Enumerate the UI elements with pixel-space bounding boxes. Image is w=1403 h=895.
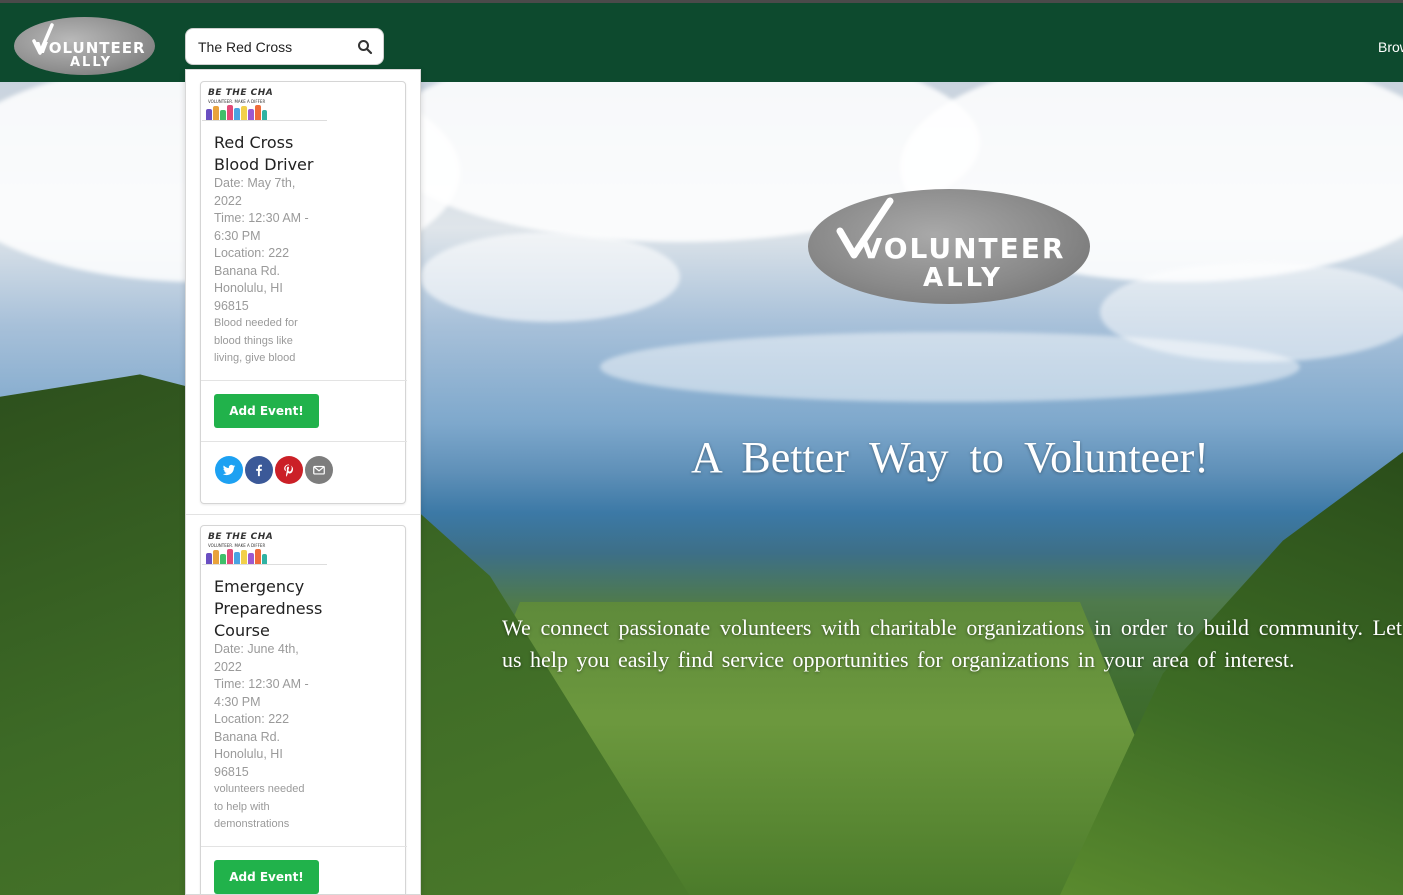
search-results-dropdown: BE THE CHA VOLUNTEER. MAKE A DIFFER Red … <box>185 69 421 895</box>
facebook-icon <box>256 464 262 477</box>
event-image: BE THE CHA VOLUNTEER. MAKE A DIFFER <box>202 86 327 121</box>
hero-logo-line2: ALLY <box>922 263 1004 293</box>
hero-logo-line1: VOLUNTEER <box>860 232 1066 265</box>
event-description: volunteers needed to help with demonstra… <box>214 781 314 834</box>
event-location: 96815 <box>214 764 249 779</box>
cloud-shape <box>420 232 680 322</box>
event-description-line: to help with <box>214 800 270 813</box>
hands-illustration <box>206 549 267 564</box>
event-location: Banana Rd. <box>214 729 281 744</box>
pinterest-share-button[interactable] <box>275 456 303 484</box>
twitter-icon <box>222 464 236 476</box>
event-details: Date: May 7th, 2022 Time: 12:30 AM - 6:3… <box>214 175 324 315</box>
event-time: 6:30 PM <box>214 228 261 243</box>
event-title[interactable]: Emergency Preparedness Course <box>214 576 322 642</box>
search-box <box>185 28 384 65</box>
event-date: Date: June 4th, <box>214 642 299 656</box>
event-time: Time: 12:30 AM - <box>214 211 309 225</box>
search-icon[interactable] <box>357 39 373 55</box>
email-share-button[interactable] <box>305 456 333 484</box>
event-time: 4:30 PM <box>214 694 261 709</box>
email-icon <box>313 465 325 475</box>
event-date: Date: May 7th, <box>214 176 296 190</box>
event-date: 2022 <box>214 659 242 674</box>
twitter-share-button[interactable] <box>215 456 243 484</box>
event-description-line: volunteers needed <box>214 783 305 795</box>
results-divider <box>186 514 420 515</box>
event-image-text: BE THE CHA <box>208 532 274 542</box>
pinterest-icon <box>284 464 294 477</box>
event-card: BE THE CHA VOLUNTEER. MAKE A DIFFER Emer… <box>200 525 407 894</box>
event-location: Honolulu, HI <box>214 281 283 295</box>
event-location: Location: 222 <box>214 246 290 260</box>
event-image: BE THE CHA VOLUNTEER. MAKE A DIFFER <box>202 530 327 565</box>
event-description-line: Blood needed for <box>214 317 298 329</box>
event-date: 2022 <box>214 193 242 208</box>
hero-logo: VOLUNTEER ALLY <box>808 189 1090 304</box>
cloud-shape <box>600 332 1300 402</box>
search-input[interactable] <box>198 37 348 57</box>
hero-description: We connect passionate volunteers with ch… <box>502 615 1402 672</box>
event-details: Date: June 4th, 2022 Time: 12:30 AM - 4:… <box>214 641 324 781</box>
hands-illustration <box>206 105 267 120</box>
event-title-line: Blood Driver <box>214 155 314 174</box>
event-time: Time: 12:30 AM - <box>214 677 309 691</box>
facebook-share-button[interactable] <box>245 456 273 484</box>
event-location: Banana Rd. <box>214 263 281 278</box>
site-logo-line2: ALLY <box>69 55 113 70</box>
site-logo[interactable]: VOLUNTEER ALLY <box>14 17 155 75</box>
add-event-button[interactable]: Add Event! <box>214 394 319 428</box>
event-title-line: Course <box>214 621 270 640</box>
event-location: Honolulu, HI <box>214 747 283 761</box>
event-description-line: living, give blood <box>214 352 296 364</box>
add-event-button[interactable]: Add Event! <box>214 860 319 894</box>
event-description: Blood needed for blood things like livin… <box>214 315 314 368</box>
event-title-line: Red Cross <box>214 133 294 152</box>
event-card: BE THE CHA VOLUNTEER. MAKE A DIFFER Red … <box>200 81 407 504</box>
card-divider <box>201 380 407 381</box>
event-title-line: Emergency <box>214 577 305 596</box>
event-title[interactable]: Red Cross Blood Driver <box>214 132 313 176</box>
event-location: Location: 222 <box>214 712 290 726</box>
event-image-text: BE THE CHA <box>208 88 274 98</box>
card-divider <box>201 846 407 847</box>
card-divider <box>201 441 407 442</box>
hero-tagline: A Better Way to Volunteer! <box>691 433 1209 482</box>
nav-link-browse[interactable]: Brow <box>1378 39 1403 55</box>
event-description-line: demonstrations <box>214 818 290 830</box>
event-description-line: blood things like <box>214 334 293 347</box>
event-title-line: Preparedness <box>214 599 323 618</box>
event-location: 96815 <box>214 298 249 313</box>
